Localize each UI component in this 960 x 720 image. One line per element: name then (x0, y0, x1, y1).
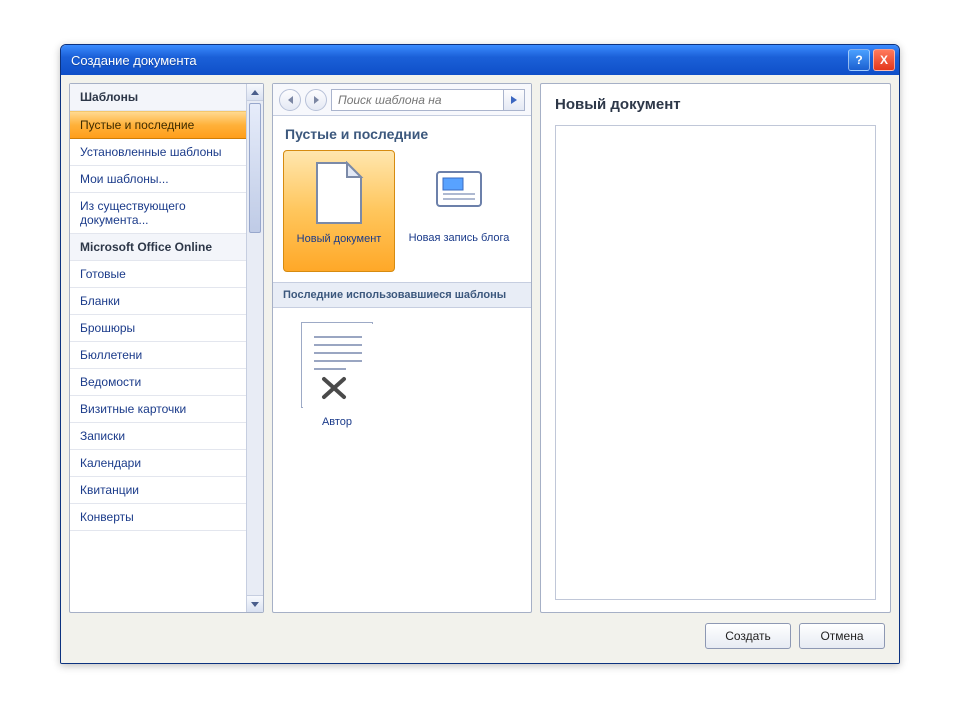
sidebar-item-brochures[interactable]: Брошюры (70, 315, 246, 342)
close-button[interactable]: X (873, 49, 895, 71)
sidebar-item-calendars[interactable]: Календари (70, 450, 246, 477)
create-button[interactable]: Создать (705, 623, 791, 649)
sidebar-list: Шаблоны Пустые и последние Установленные… (70, 84, 246, 612)
sidebar-item-memos[interactable]: Записки (70, 423, 246, 450)
titlebar: Создание документа ? X (61, 45, 899, 75)
search-go-button[interactable] (503, 89, 525, 111)
dialog-body: Шаблоны Пустые и последние Установленные… (61, 75, 899, 663)
tile-new-blog-post[interactable]: Новая запись блога (403, 150, 515, 272)
preview-pane: Новый документ (540, 83, 891, 613)
dialog-footer: Создать Отмена (69, 613, 891, 655)
window-title: Создание документа (71, 53, 197, 68)
scroll-up-icon[interactable] (247, 84, 263, 101)
sidebar-header-office-online: Microsoft Office Online (70, 234, 246, 261)
sidebar-item-receipts[interactable]: Квитанции (70, 477, 246, 504)
scroll-thumb[interactable] (249, 103, 261, 233)
blog-post-icon (430, 158, 488, 226)
document-with-x-icon (301, 322, 373, 408)
search-wrap (331, 89, 525, 111)
sidebar-item-businesscards[interactable]: Визитные карточки (70, 396, 246, 423)
template-search-input[interactable] (331, 89, 503, 111)
sidebar-item-installed[interactable]: Установленные шаблоны (70, 139, 246, 166)
sidebar-item-my-templates[interactable]: Мои шаблоны... (70, 166, 246, 193)
tile-new-document[interactable]: Новый документ (283, 150, 395, 272)
arrow-right-icon (314, 96, 319, 104)
arrow-left-icon (288, 96, 293, 104)
content-columns: Шаблоны Пустые и последние Установленные… (69, 83, 891, 613)
sidebar-item-featured[interactable]: Готовые (70, 261, 246, 288)
templates-pane: Пустые и последние Новый документ (272, 83, 532, 613)
recent-templates-header: Последние использовавшиеся шаблоны (273, 282, 531, 308)
help-icon: ? (855, 53, 862, 67)
arrow-right-icon (511, 96, 517, 104)
dialog-window: Создание документа ? X Шаблоны Пустые и … (60, 44, 900, 664)
nav-back-button[interactable] (279, 89, 301, 111)
section-title: Пустые и последние (273, 116, 531, 150)
sidebar-scrollbar[interactable] (246, 84, 263, 612)
sidebar-item-envelopes[interactable]: Конверты (70, 504, 246, 531)
sidebar-item-from-existing[interactable]: Из существующего документа... (70, 193, 246, 234)
tile-author-template[interactable]: Автор (283, 322, 391, 428)
document-icon (310, 159, 368, 227)
sidebar-item-newsletters[interactable]: Бюллетени (70, 342, 246, 369)
preview-title: Новый документ (555, 96, 876, 113)
help-button[interactable]: ? (848, 49, 870, 71)
preview-page (555, 125, 876, 600)
scroll-track[interactable] (247, 101, 263, 595)
scroll-down-icon[interactable] (247, 595, 263, 612)
recent-templates-area: Автор (273, 308, 531, 442)
sidebar-item-forms[interactable]: Бланки (70, 288, 246, 315)
center-toolbar (273, 84, 531, 116)
nav-forward-button[interactable] (305, 89, 327, 111)
template-tiles: Новый документ Новая запись блога (273, 150, 531, 282)
cancel-button[interactable]: Отмена (799, 623, 885, 649)
templates-sidebar: Шаблоны Пустые и последние Установленные… (69, 83, 264, 613)
sidebar-item-statements[interactable]: Ведомости (70, 369, 246, 396)
close-icon: X (880, 53, 888, 67)
sidebar-item-empty-recent[interactable]: Пустые и последние (70, 111, 246, 139)
sidebar-header-templates: Шаблоны (70, 84, 246, 111)
